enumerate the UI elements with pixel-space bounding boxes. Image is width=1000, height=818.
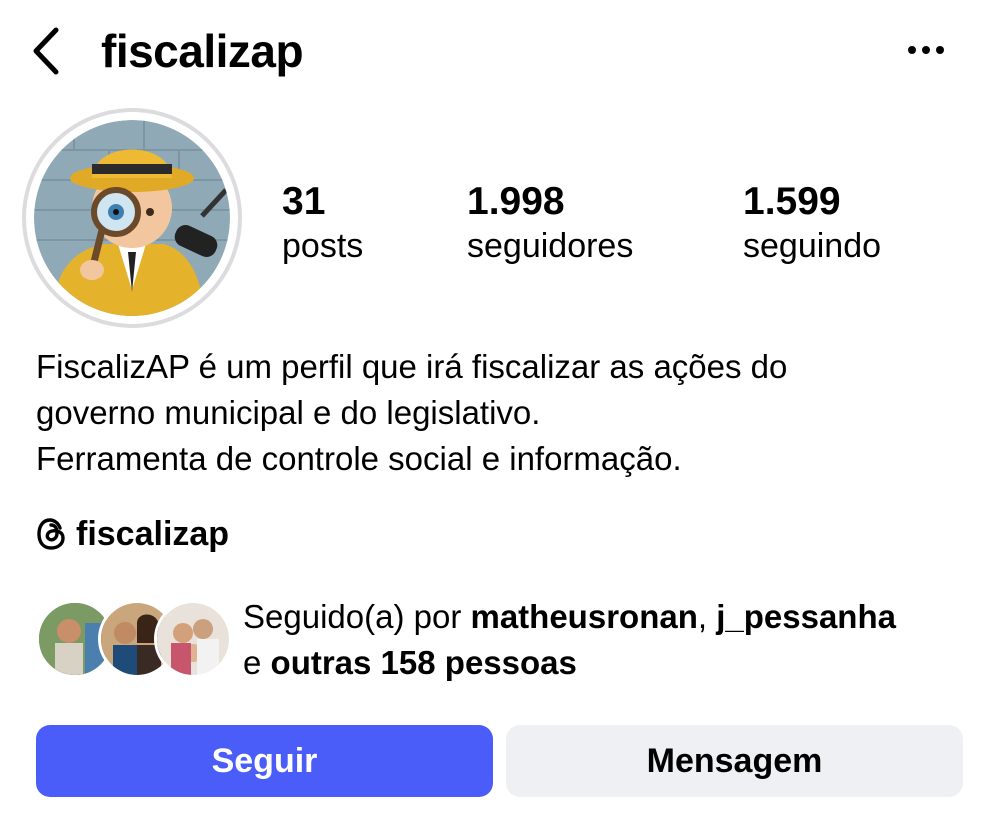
following-count: 1.599	[743, 180, 841, 223]
profile-bio: FiscalizAP é um perfil que irá fiscaliza…	[36, 344, 976, 482]
mutual-follower-link[interactable]: j_pessanha	[716, 598, 896, 635]
bio-line: FiscalizAP é um perfil que irá fiscaliza…	[36, 348, 788, 385]
back-button[interactable]	[28, 26, 68, 76]
profile-username-title: fiscalizap	[101, 25, 304, 77]
mutual-follower-link[interactable]: matheusronan	[470, 598, 697, 635]
separator-text: ,	[697, 598, 717, 635]
chevron-left-icon	[33, 27, 59, 75]
followed-by-text[interactable]: Seguido(a) por matheusronan, j_pessanhae…	[243, 594, 983, 686]
followers-count: 1.998	[467, 180, 565, 223]
profile-avatar[interactable]	[22, 108, 242, 328]
bio-line: Ferramenta de controle social e informaç…	[36, 440, 682, 477]
stat-following[interactable]: 1.599 seguindo	[743, 180, 881, 268]
more-options-button[interactable]	[900, 30, 950, 70]
threads-handle: fiscalizap	[76, 514, 230, 553]
mutual-followers-avatars[interactable]	[36, 600, 232, 678]
others-count-link[interactable]: outras 158 pessoas	[271, 644, 577, 681]
followers-label: seguidores	[467, 227, 634, 265]
message-button[interactable]: Mensagem	[506, 725, 963, 797]
connector-text: e	[243, 644, 271, 681]
more-horizontal-icon	[908, 46, 944, 54]
followed-by-prefix: Seguido(a) por	[243, 598, 471, 635]
follow-button[interactable]: Seguir	[36, 725, 493, 797]
threads-link[interactable]: fiscalizap	[36, 512, 229, 556]
stat-followers[interactable]: 1.998 seguidores	[467, 180, 633, 268]
stat-posts[interactable]: 31 posts	[282, 180, 363, 268]
profile-avatar-image	[34, 120, 230, 316]
threads-icon	[37, 518, 65, 550]
posts-count: 31	[282, 180, 326, 223]
avatar	[154, 600, 232, 678]
posts-label: posts	[282, 227, 364, 265]
bio-line: governo municipal e do legislativo.	[36, 394, 541, 431]
following-label: seguindo	[743, 227, 882, 265]
